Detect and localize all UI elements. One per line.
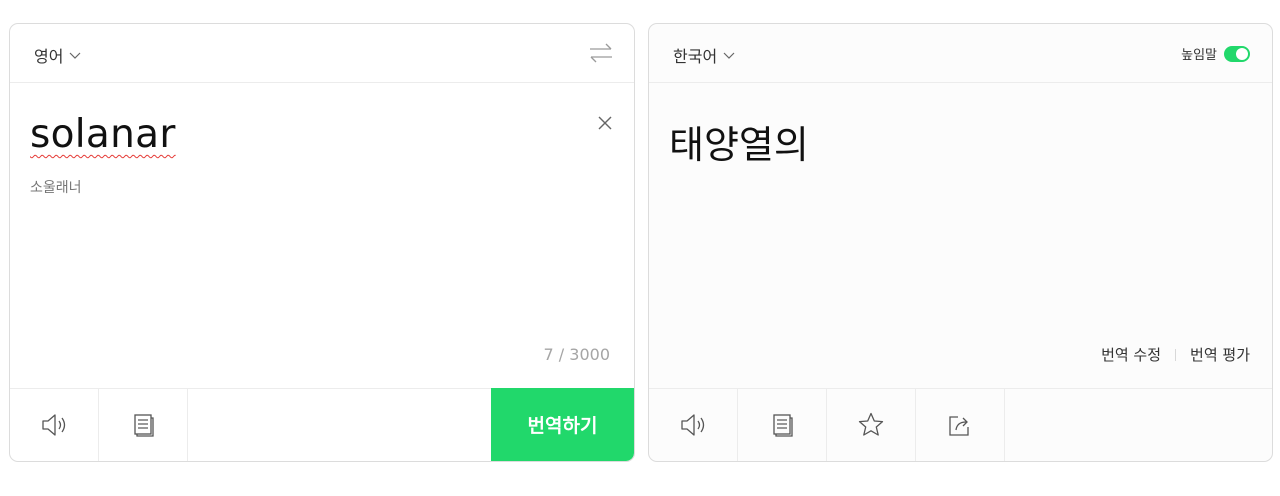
share-icon: [949, 416, 969, 436]
source-listen-button[interactable]: [10, 389, 99, 461]
swap-arrows-icon[interactable]: [588, 42, 614, 64]
translate-button[interactable]: 번역하기: [491, 388, 634, 461]
speaker-icon: [681, 414, 705, 436]
character-count: 7 / 3000: [543, 345, 610, 364]
chevron-down-icon: [723, 52, 735, 59]
pronunciation-text: 소울래너: [30, 180, 82, 196]
target-footer: [649, 388, 1272, 461]
target-listen-button[interactable]: [649, 389, 738, 461]
target-header: 한국어 높임말: [649, 24, 1272, 83]
target-language-label: 한국어: [673, 47, 718, 66]
source-text-input[interactable]: solanar: [30, 112, 176, 157]
honorific-label: 높임말: [1181, 48, 1217, 63]
edit-translation-link[interactable]: 번역 수정: [1101, 344, 1161, 365]
target-copy-button[interactable]: [738, 389, 827, 461]
honorific-toggle[interactable]: [1224, 45, 1250, 62]
translation-output: 태양열의: [669, 123, 809, 167]
source-header: 영어: [10, 24, 634, 83]
speaker-icon: [42, 414, 66, 436]
copy-icon: [773, 414, 793, 437]
toggle-knob: [1236, 47, 1248, 60]
source-language-select[interactable]: 영어: [34, 43, 81, 67]
target-language-select[interactable]: 한국어: [673, 43, 735, 67]
chevron-down-icon: [70, 52, 81, 59]
divider: [1175, 348, 1177, 361]
honorific-setting: 높임말: [1181, 44, 1250, 63]
copy-icon: [134, 414, 154, 437]
rate-translation-link[interactable]: 번역 평가: [1190, 344, 1250, 365]
source-language-label: 영어: [34, 47, 64, 66]
close-icon[interactable]: [596, 114, 614, 132]
favorite-button[interactable]: [827, 389, 916, 461]
share-button[interactable]: [916, 389, 1005, 461]
star-icon: [858, 412, 884, 436]
source-copy-button[interactable]: [99, 389, 188, 461]
source-panel: 영어 solanar 소울래너 7 / 3000 번역하기: [9, 23, 635, 462]
translation-actions: 번역 수정 번역 평가: [1101, 344, 1250, 365]
target-panel: 한국어 높임말 태양열의 번역 수정 번역 평가: [648, 23, 1273, 462]
